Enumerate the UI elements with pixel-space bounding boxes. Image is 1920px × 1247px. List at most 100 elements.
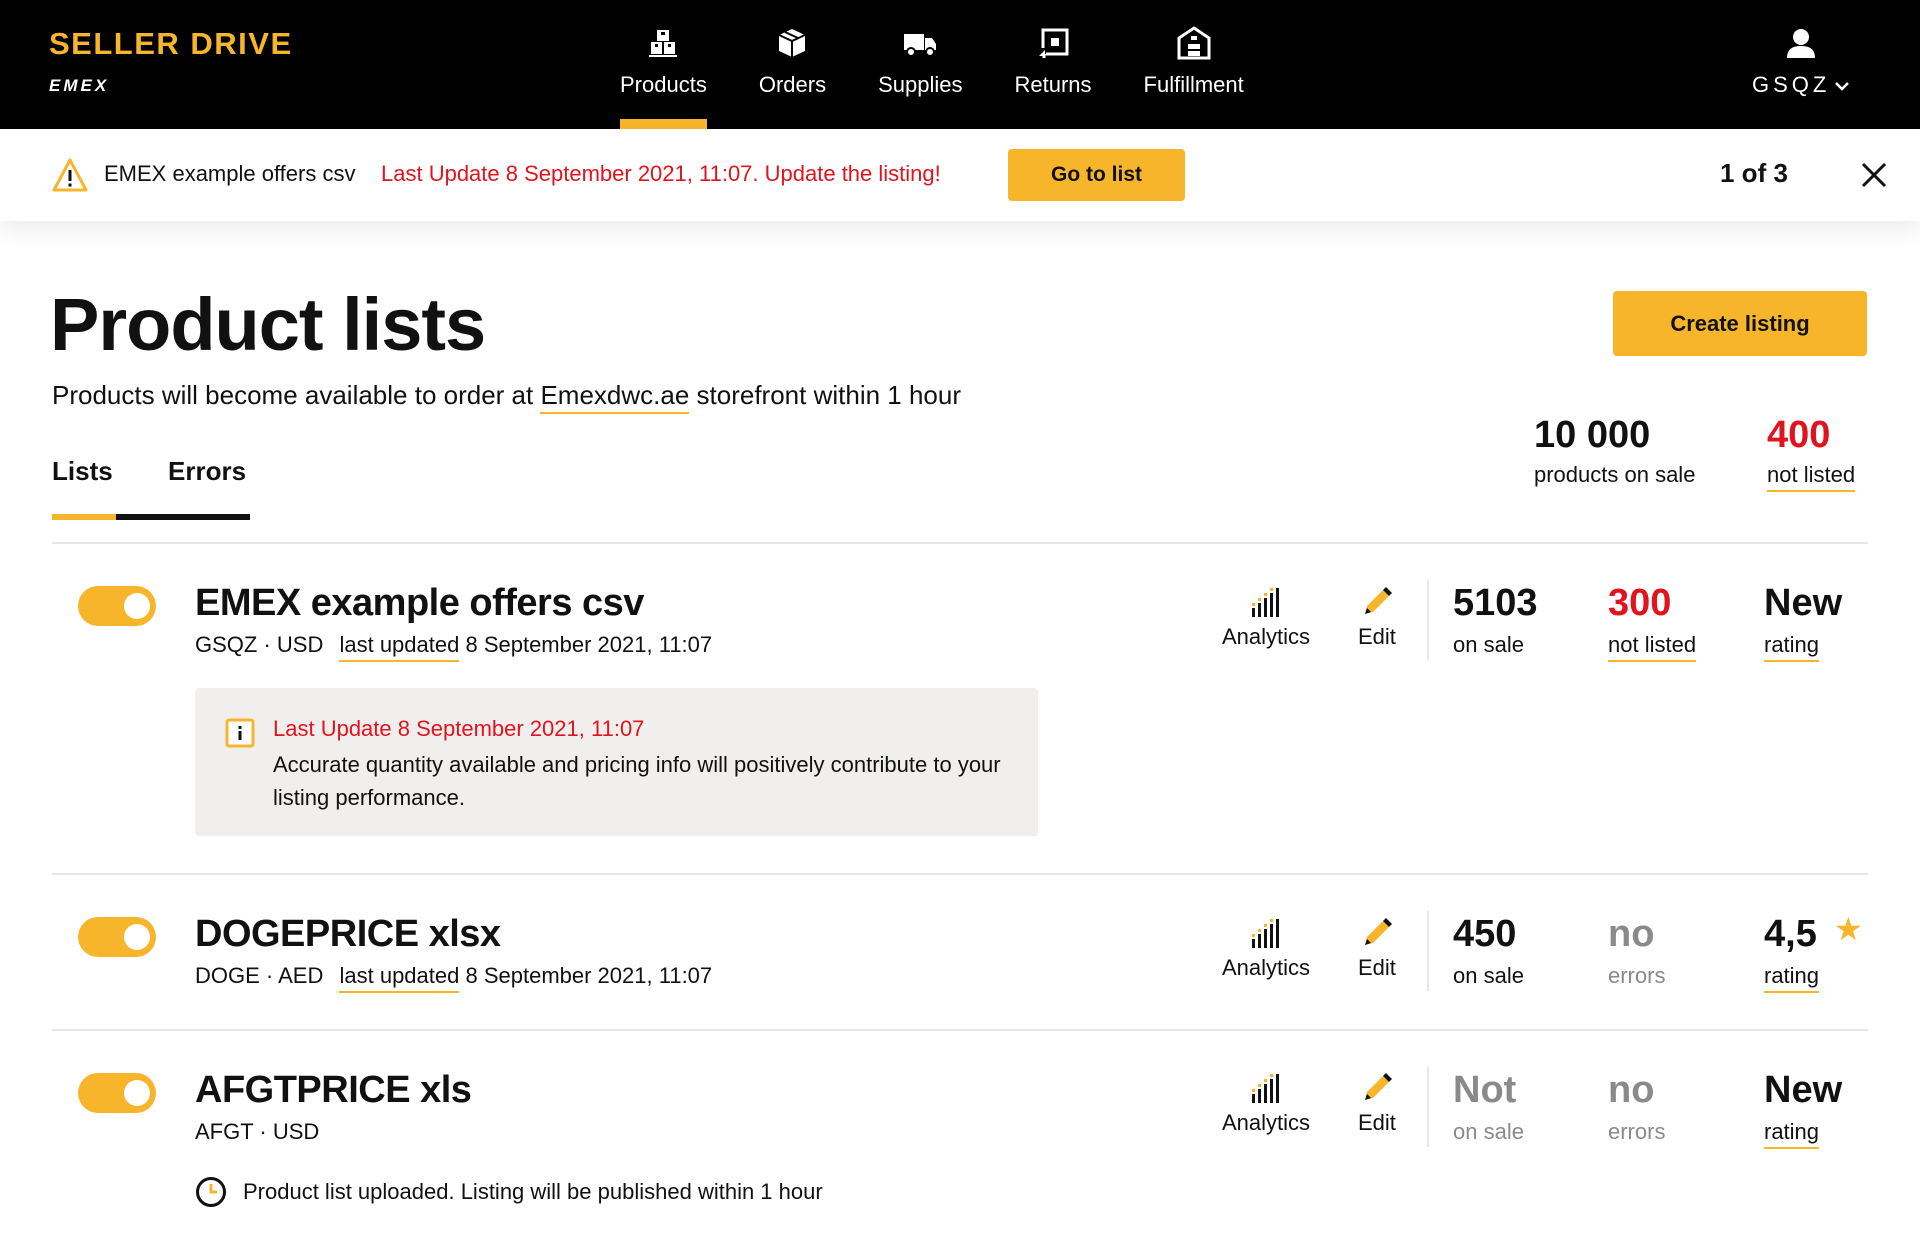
page-title: Product lists: [50, 283, 486, 366]
returns-icon: [1035, 28, 1069, 58]
nav-item-returns[interactable]: Returns: [1014, 0, 1092, 129]
upload-pending-status: Product list uploaded. Listing will be p…: [195, 1176, 823, 1208]
user-icon: [1787, 29, 1816, 58]
not-listed-value-1: 300: [1608, 582, 1672, 624]
divider: [1427, 911, 1429, 991]
not-listed-link-1[interactable]: not listed: [1608, 632, 1697, 662]
list-title-1[interactable]: EMEX example offers csv: [195, 582, 644, 625]
warehouse-icon: [1177, 26, 1211, 60]
user-menu[interactable]: GSQZ: [1752, 26, 1850, 98]
top-navigation-bar: SELLER DRIVE EMEX Products Orders Suppli…: [0, 0, 1920, 129]
star-icon: ★: [1834, 911, 1863, 947]
clock-icon: [196, 1177, 226, 1207]
tab-errors[interactable]: Errors: [168, 456, 246, 487]
analytics-label: Analytics: [1222, 955, 1311, 980]
brand-sub-logo: EMEX: [49, 76, 110, 95]
nav-item-supplies[interactable]: Supplies: [878, 0, 962, 129]
toggle-knob: [124, 1080, 150, 1106]
errors-value-3: no: [1608, 1069, 1655, 1111]
tab-lists[interactable]: Lists: [52, 456, 113, 487]
brand-logo[interactable]: SELLER DRIVE EMEX: [49, 26, 293, 96]
list-meta-code-2: DOGE · AED: [195, 963, 324, 988]
on-sale-label-1: on sale: [1453, 632, 1524, 657]
on-sale-label-2: on sale: [1453, 963, 1524, 988]
pending-text: Product list uploaded. Listing will be p…: [243, 1179, 823, 1204]
errors-value-2: no: [1608, 913, 1655, 955]
edit-label: Edit: [1358, 624, 1396, 649]
last-updated-label-2[interactable]: last updated: [339, 963, 460, 993]
summary-on-sale-label: products on sale: [1534, 462, 1696, 487]
subtitle-before: Products will become available to order …: [52, 380, 541, 410]
analytics-icon: [1252, 1074, 1280, 1103]
analytics-button-3[interactable]: Analytics: [1222, 1072, 1310, 1136]
list-toggle-1[interactable]: [78, 586, 156, 626]
on-sale-value-3: Not: [1453, 1069, 1517, 1111]
warning-icon: [52, 158, 88, 192]
list-meta-3: AFGT · USD: [195, 1119, 319, 1145]
divider: [1427, 1067, 1429, 1147]
toggle-knob: [124, 924, 150, 950]
info-box-title: Last Update 8 September 2021, 11:07: [273, 716, 645, 741]
nav-label-supplies: Supplies: [878, 72, 963, 97]
edit-button-3[interactable]: Edit: [1358, 1072, 1396, 1136]
analytics-label: Analytics: [1222, 1110, 1311, 1135]
analytics-icon: [1252, 588, 1280, 617]
divider: [52, 542, 1868, 544]
brand-name: SELLER DRIVE: [49, 26, 293, 61]
create-listing-button[interactable]: Create listing: [1613, 291, 1867, 356]
errors-label-3: errors: [1608, 1119, 1666, 1144]
on-sale-value-2: 450: [1453, 913, 1517, 955]
list-meta-code-3: AFGT · USD: [195, 1119, 320, 1144]
list-meta-1: GSQZ · USD last updated 8 September 2021…: [195, 632, 713, 662]
nav-item-orders[interactable]: Orders: [759, 0, 826, 129]
edit-button-1[interactable]: Edit: [1358, 586, 1396, 650]
nav-label-orders: Orders: [758, 72, 827, 97]
tab-lists-indicator: [52, 514, 116, 520]
list-toggle-2[interactable]: [78, 917, 156, 957]
storefront-link[interactable]: Emexdwc.ae: [540, 380, 690, 414]
rating-value-1: New: [1764, 582, 1843, 624]
errors-label-2: errors: [1608, 963, 1666, 988]
on-sale-value-1: 5103: [1453, 582, 1538, 624]
notice-message: Last Update 8 September 2021, 11:07. Upd…: [381, 161, 941, 186]
page-subtitle: Products will become available to order …: [52, 380, 962, 414]
divider: [52, 873, 1868, 875]
chevron-down-icon: [1835, 82, 1850, 91]
last-updated-date-2: 8 September 2021, 11:07: [465, 963, 713, 988]
close-icon[interactable]: [1861, 162, 1887, 188]
products-icon: [649, 30, 678, 57]
nav-item-fulfillment[interactable]: Fulfillment: [1144, 0, 1244, 129]
divider: [52, 1029, 1868, 1031]
list-title-2[interactable]: DOGEPRICE xlsx: [195, 913, 501, 956]
summary-not-listed-link[interactable]: not listed: [1767, 462, 1856, 492]
truck-icon: [904, 34, 937, 57]
rating-link-1[interactable]: rating: [1764, 632, 1820, 662]
summary-not-listed-value: 400: [1767, 414, 1831, 456]
nav-item-products[interactable]: Products: [620, 0, 707, 129]
edit-label: Edit: [1358, 1110, 1396, 1135]
pencil-icon: [1364, 918, 1392, 945]
subtitle-after: storefront within 1 hour: [689, 380, 962, 410]
nav-label-products: Products: [620, 72, 707, 97]
user-name: GSQZ: [1752, 72, 1831, 97]
list-title-3[interactable]: AFGTPRICE xls: [195, 1069, 472, 1112]
info-box-text: Accurate quantity available and pricing …: [273, 752, 1001, 810]
last-updated-date-1: 8 September 2021, 11:07: [465, 632, 713, 657]
edit-label: Edit: [1358, 955, 1396, 980]
list-toggle-3[interactable]: [78, 1073, 156, 1113]
notice-counter: 1 of 3: [1720, 158, 1788, 188]
rating-label-3: rating: [1764, 1119, 1820, 1149]
rating-link-2[interactable]: rating: [1764, 963, 1820, 993]
list-meta-2: DOGE · AED last updated 8 September 2021…: [195, 963, 713, 993]
update-notice-bar: EMEX example offers csv Last Update 8 Se…: [0, 129, 1920, 221]
update-info-box: Last Update 8 September 2021, 11:07 Accu…: [195, 688, 1038, 836]
last-updated-label-1[interactable]: last updated: [339, 632, 460, 662]
analytics-button-1[interactable]: Analytics: [1222, 586, 1310, 650]
rating-link-3[interactable]: rating: [1764, 1119, 1820, 1149]
analytics-button-2[interactable]: Analytics: [1222, 917, 1310, 981]
go-to-list-button[interactable]: Go to list: [1008, 149, 1185, 201]
edit-button-2[interactable]: Edit: [1358, 917, 1396, 981]
nav-label-returns: Returns: [1014, 72, 1092, 97]
rating-value-2: 4,5: [1764, 913, 1817, 955]
rating-label-2: rating: [1764, 963, 1820, 993]
